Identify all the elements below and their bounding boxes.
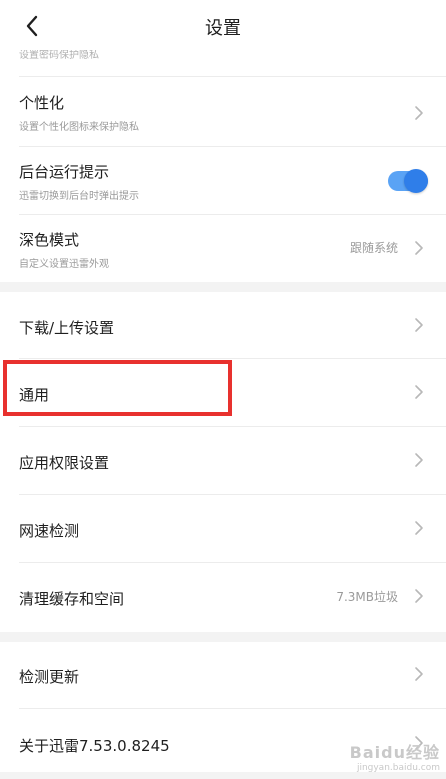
row-speed-test[interactable]: 网速检测 [0, 495, 446, 563]
background-tip-toggle[interactable] [388, 169, 428, 193]
row-app-permissions[interactable]: 应用权限设置 [0, 427, 446, 495]
row-personalize[interactable]: 个性化 设置个性化图标来保护隐私 [0, 78, 446, 146]
row-title: 应用权限设置 [19, 454, 110, 472]
row-check-update[interactable]: 检测更新 [0, 642, 446, 708]
toggle-knob [404, 169, 428, 193]
row-title: 个性化 [19, 94, 65, 112]
chevron-right-icon [415, 241, 423, 255]
page-title: 设置 [205, 18, 241, 39]
row-title: 关于迅雷7.53.0.8245 [19, 737, 170, 755]
chevron-right-icon [415, 589, 423, 603]
row-title: 后台运行提示 [19, 163, 110, 181]
row-subtitle: 迅雷切换到后台时弹出提示 [19, 191, 139, 202]
row-title: 深色模式 [19, 231, 80, 249]
row-dark-mode[interactable]: 深色模式 自定义设置迅雷外观 跟随系统 [0, 215, 446, 282]
row-title: 检测更新 [19, 668, 80, 686]
row-title: 下载/上传设置 [19, 319, 115, 337]
watermark-url: jingyan.baidu.com [356, 763, 440, 773]
row-title: 清理缓存和空间 [19, 590, 125, 608]
settings-card-privacy: 设置密码保护隐私 个性化 设置个性化图标来保护隐私 后台运行提示 迅雷切换到后台… [0, 40, 446, 282]
row-subtitle: 自定义设置迅雷外观 [19, 259, 109, 270]
settings-card-general: 下载/上传设置 通用 应用权限设置 网速检测 清理缓存和空间 7.3MB垃圾 [0, 292, 446, 632]
chevron-right-icon [415, 667, 423, 681]
watermark-logo-text: Baidu经验 [349, 743, 440, 762]
row-title: 网速检测 [19, 522, 80, 540]
chevron-right-icon [415, 453, 423, 467]
watermark: Baidu经验 jingyan.baidu.com [350, 739, 440, 773]
row-background-tip: 后台运行提示 迅雷切换到后台时弹出提示 [0, 147, 446, 215]
cache-size-value: 7.3MB垃圾 [336, 590, 398, 604]
settings-screen: 设置 设置密码保护隐私 个性化 设置个性化图标来保护隐私 后台运行提示 迅雷切换… [0, 0, 446, 779]
chevron-right-icon [415, 385, 423, 399]
row-clear-cache[interactable]: 清理缓存和空间 7.3MB垃圾 [0, 563, 446, 632]
annotation-highlight-box [3, 360, 232, 416]
row-subtitle: 设置个性化图标来保护隐私 [19, 122, 139, 133]
chevron-right-icon [415, 318, 423, 332]
nav-bar: 设置 [0, 0, 446, 50]
chevron-right-icon [415, 106, 423, 120]
dark-mode-value: 跟随系统 [349, 241, 398, 255]
chevron-right-icon [415, 521, 423, 535]
row-download-upload[interactable]: 下载/上传设置 [0, 292, 446, 360]
divider [19, 76, 446, 77]
